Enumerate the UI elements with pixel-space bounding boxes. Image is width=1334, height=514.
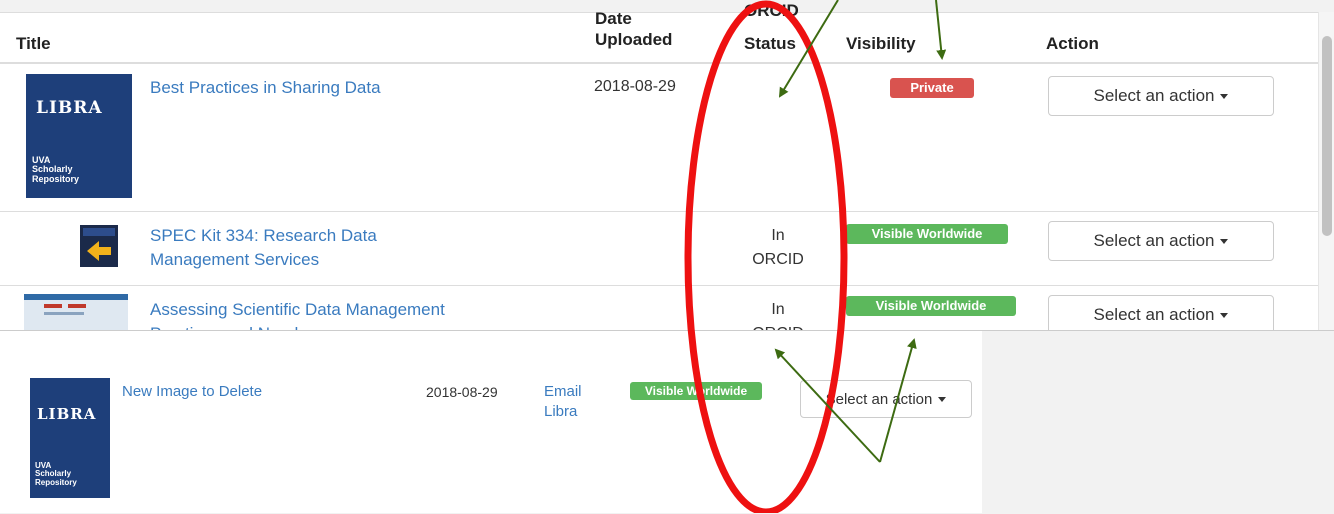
thumbnail-libra[interactable]: LIBRA UVA Scholarly Repository — [26, 74, 132, 198]
header-date-uploaded[interactable]: Date Uploaded — [595, 8, 672, 50]
header-orcid-line1: ORCID — [744, 1, 799, 20]
row2-action-label: Select an action — [1093, 231, 1215, 250]
row-divider — [0, 285, 1318, 286]
thumbnail-brand: LIBRA — [37, 405, 97, 423]
lower-thumbnail-libra[interactable]: LIBRA UVA Scholarly Repository — [30, 378, 110, 498]
thumbnail-subtitle: UVA Scholarly Repository — [35, 461, 77, 487]
header-action[interactable]: Action — [1046, 33, 1099, 54]
row3-title-line1: Assessing Scientific Data Management — [150, 300, 445, 319]
row3-action-label: Select an action — [1093, 305, 1215, 324]
row2-orcid-status: In ORCID — [740, 224, 816, 272]
row1-date: 2018-08-29 — [594, 78, 676, 95]
thumbnail-mark — [68, 304, 86, 308]
row2-title-link[interactable]: SPEC Kit 334: Research Data Management S… — [150, 224, 377, 272]
lower-row-action-label: Select an action — [825, 390, 933, 408]
email-libra-line1: Email — [544, 383, 582, 400]
header-date-line1: Date — [595, 9, 632, 28]
thumbnail-band — [83, 228, 115, 236]
row2-title-line2: Management Services — [150, 250, 320, 269]
email-libra-line2: Libra — [544, 403, 578, 420]
row2-orcid-line1: In — [771, 227, 785, 244]
header-orcid-line2: Status — [744, 34, 796, 53]
header-visibility[interactable]: Visibility — [846, 33, 916, 54]
row3-visibility-badge: Visible Worldwide — [846, 296, 1016, 316]
row3-action-dropdown[interactable]: Select an action — [1048, 295, 1274, 335]
header-date-line2: Uploaded — [595, 30, 673, 49]
scrollbar-thumb[interactable] — [1322, 36, 1332, 236]
row1-title-link[interactable]: Best Practices in Sharing Data — [150, 76, 381, 100]
thumbnail-header-band — [24, 294, 128, 300]
row2-orcid-line2: ORCID — [752, 251, 804, 268]
thumbnail-mark — [44, 312, 84, 315]
thumbnail-brand: LIBRA — [36, 98, 103, 118]
header-divider — [0, 62, 1318, 64]
row2-visibility-badge: Visible Worldwide — [846, 224, 1008, 244]
row2-title-line1: SPEC Kit 334: Research Data — [150, 226, 377, 245]
row-divider — [0, 211, 1318, 212]
email-libra-link[interactable]: Email Libra — [544, 382, 582, 422]
lower-row-action-dropdown[interactable]: Select an action — [800, 380, 972, 418]
caret-down-icon — [1220, 238, 1229, 244]
caret-down-icon — [1220, 93, 1229, 99]
row1-visibility-badge: Private — [890, 78, 974, 98]
thumbnail-sub-line3: Repository — [35, 477, 77, 487]
caret-down-icon — [938, 396, 947, 402]
row1-action-dropdown[interactable]: Select an action — [1048, 76, 1274, 116]
thumbnail-spec-kit[interactable] — [80, 225, 118, 267]
row1-action-label: Select an action — [1093, 86, 1215, 105]
lower-row-title-link[interactable]: New Image to Delete — [122, 382, 262, 402]
thumbnail-assessing[interactable] — [24, 294, 128, 330]
lower-row-card — [0, 331, 982, 513]
header-orcid-status[interactable]: ORCID Status — [744, 0, 799, 54]
lower-row-visibility-badge: Visible Worldwide — [630, 382, 762, 400]
caret-down-icon — [1220, 312, 1229, 318]
row2-action-dropdown[interactable]: Select an action — [1048, 221, 1274, 261]
thumbnail-subtitle: UVA Scholarly Repository — [32, 155, 80, 184]
arrow-graphic-icon — [87, 241, 111, 261]
header-title[interactable]: Title — [16, 33, 51, 54]
lower-row-date: 2018-08-29 — [426, 384, 498, 400]
thumbnail-mark — [44, 304, 62, 308]
thumbnail-sub-line3: Repository — [32, 173, 80, 184]
row3-orcid-line1: In — [771, 301, 785, 318]
